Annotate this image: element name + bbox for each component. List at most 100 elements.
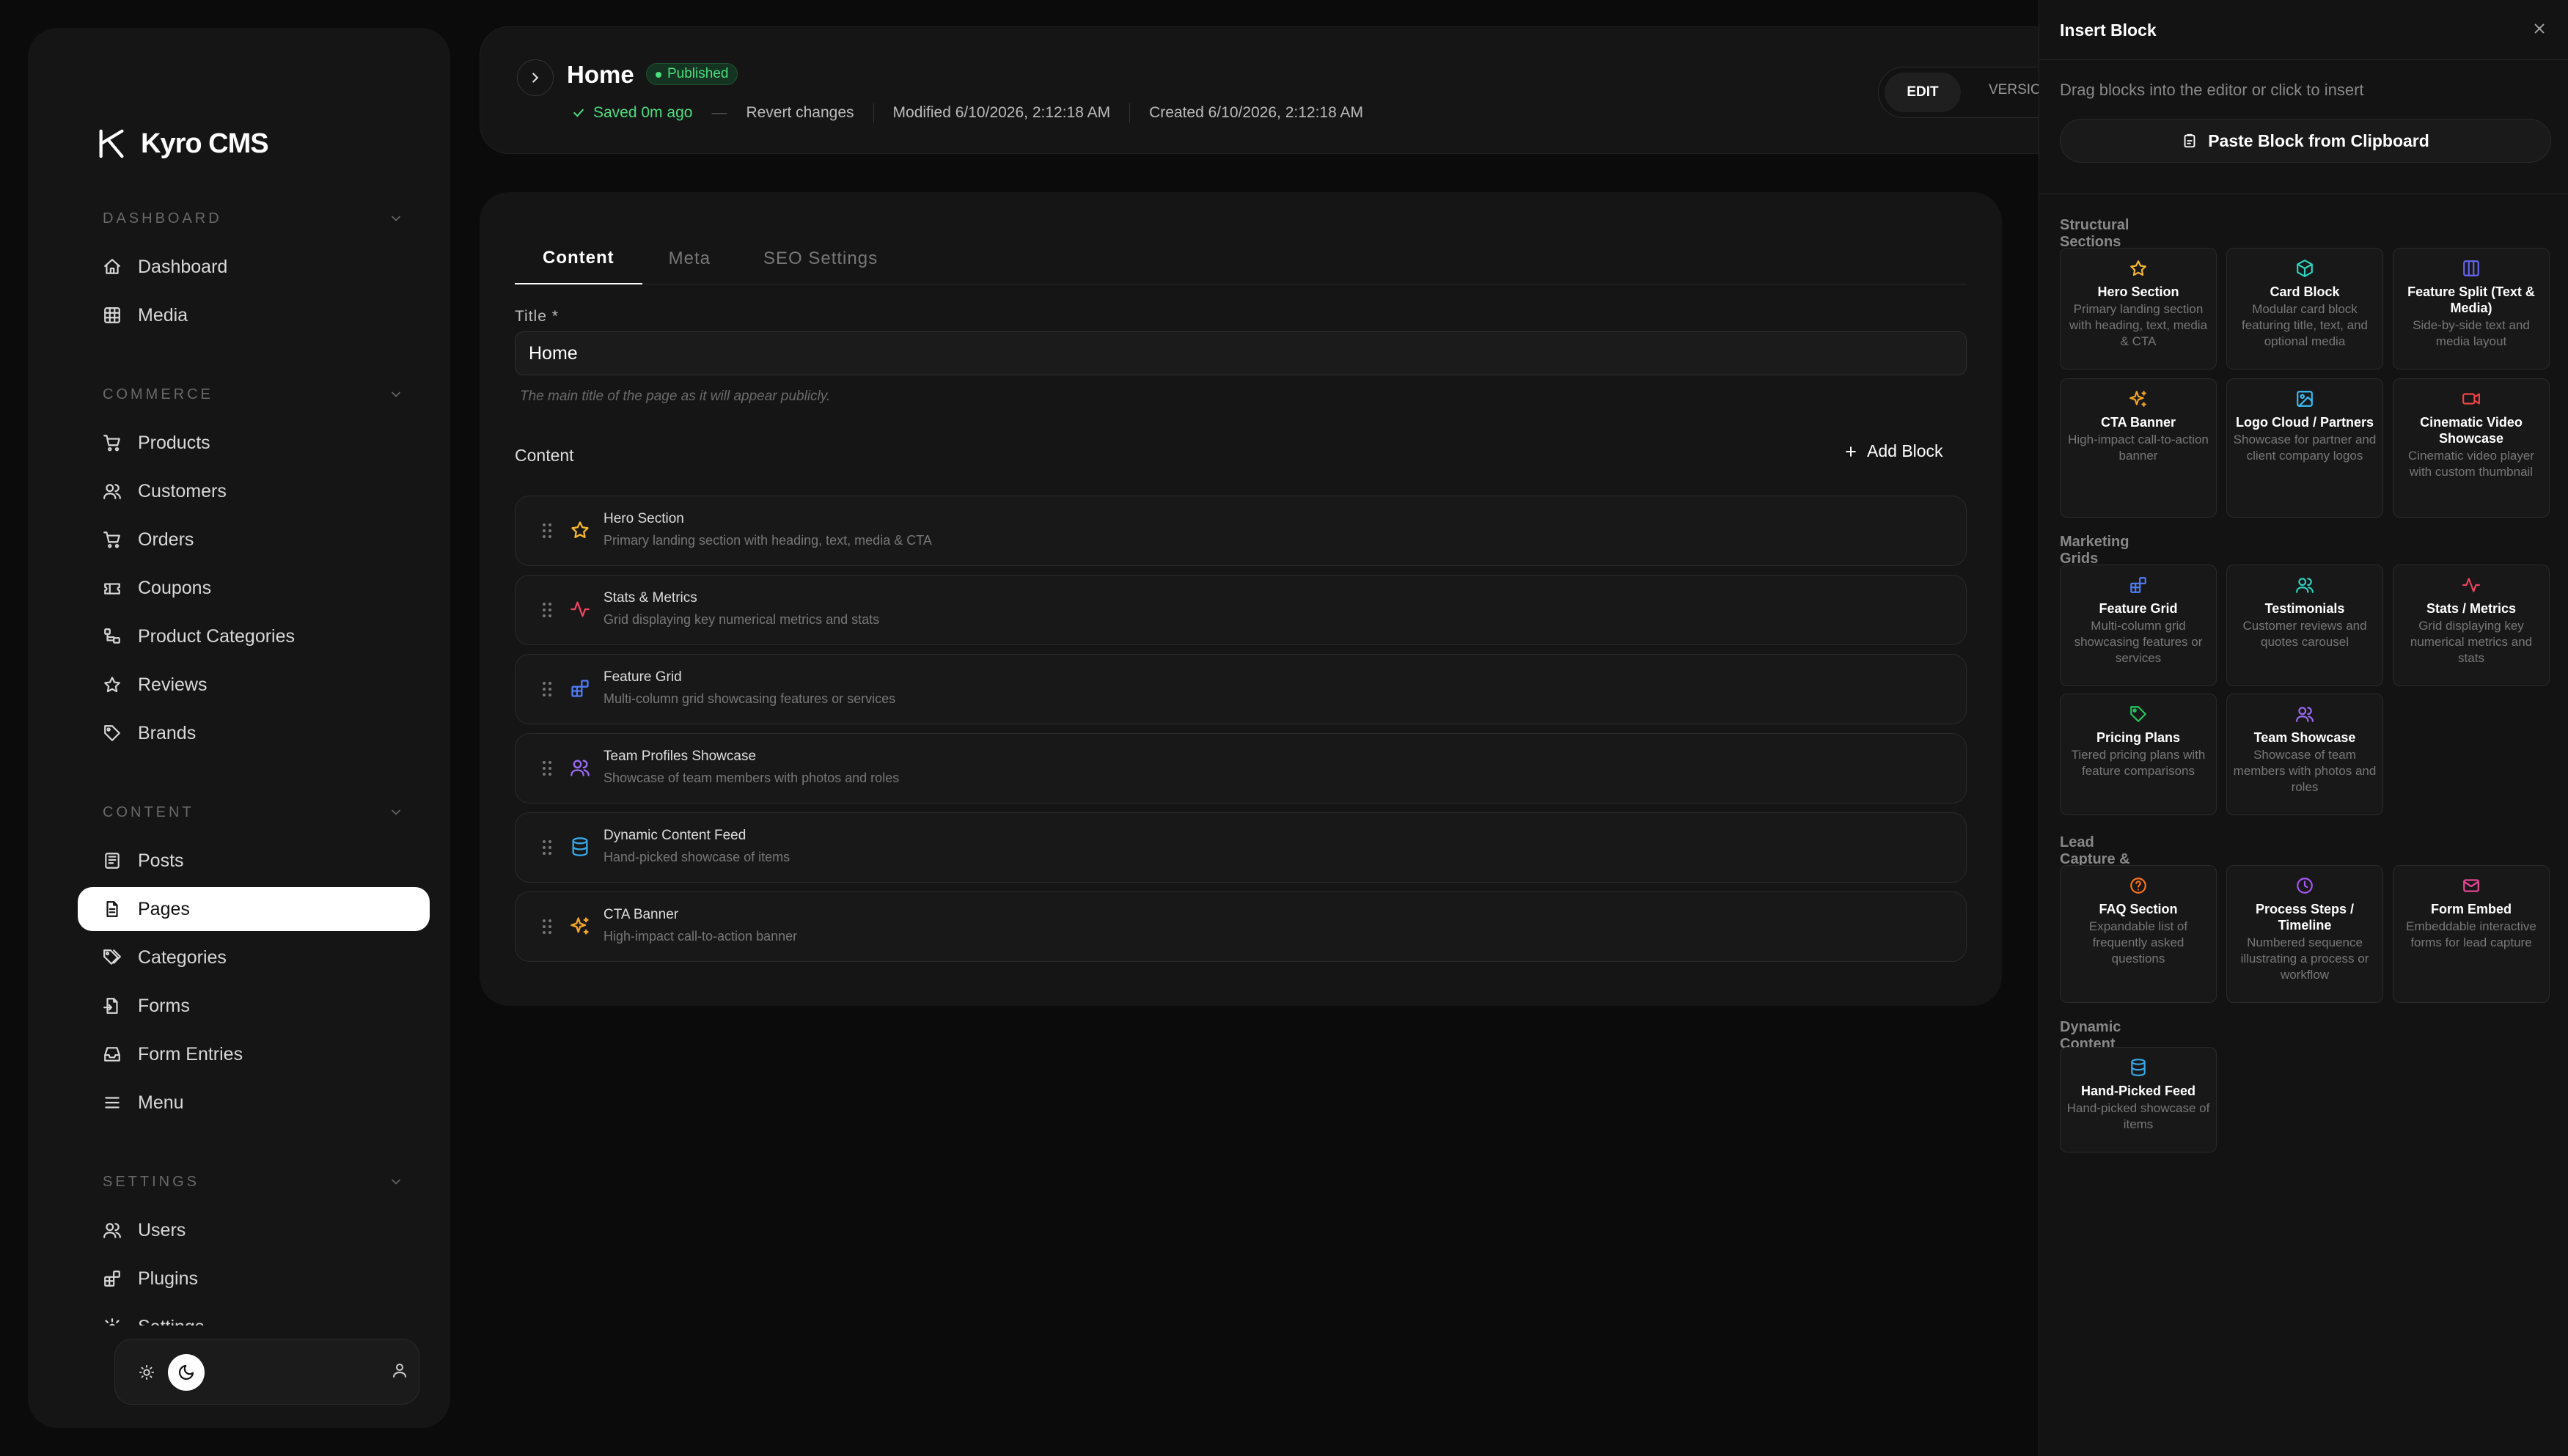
- sidebar-item-brands[interactable]: Brands: [78, 711, 430, 755]
- sidebar-item-orders[interactable]: Orders: [78, 518, 430, 562]
- tab-meta[interactable]: Meta: [642, 233, 737, 284]
- catalog-card-title: Hand-Picked Feed: [2080, 1084, 2196, 1098]
- app-root: Kyro CMS DASHBOARD Dashboard Media COMMERCE…: [0, 0, 2568, 1456]
- dark-mode-button[interactable]: [168, 1354, 205, 1391]
- star-icon: [571, 521, 589, 538]
- drag-handle-icon[interactable]: [539, 680, 555, 702]
- tab-seo-settings[interactable]: SEO Settings: [737, 233, 904, 284]
- catalog-card-title: FAQ Section: [2099, 902, 2178, 916]
- catalog-card-description: Multi-column grid showcasing features or…: [2074, 619, 2203, 665]
- sidebar-item-posts[interactable]: Posts: [78, 839, 430, 883]
- light-mode-button[interactable]: [131, 1357, 162, 1388]
- title-help-text: The main title of the page as it will ap…: [520, 389, 831, 404]
- user-menu-button[interactable]: [391, 1361, 408, 1383]
- sidebar-item-dashboard[interactable]: Dashboard: [78, 245, 430, 289]
- catalog-card-logo-cloud-partners[interactable]: Logo Cloud / Partners Showcase for partne…: [2226, 378, 2383, 518]
- catalog-card-stats-metrics[interactable]: Stats / Metrics Grid displaying key numer…: [2393, 565, 2550, 686]
- sidebar-item-users[interactable]: Users: [78, 1208, 430, 1252]
- sidebar-item-forms[interactable]: Forms: [78, 984, 430, 1028]
- catalog-card-hero-section[interactable]: Hero Section Primary landing section with…: [2060, 248, 2217, 369]
- catalog-card-team-showcase[interactable]: Team Showcase Showcase of team members wi…: [2226, 694, 2383, 815]
- tab-content[interactable]: Content: [515, 233, 642, 284]
- cart-icon: [103, 532, 120, 548]
- content-block-row[interactable]: Stats & Metrics Grid displaying key numer…: [515, 575, 1967, 645]
- close-panel-button[interactable]: [2531, 21, 2547, 40]
- catalog-card-cinematic-video-showcase[interactable]: Cinematic Video Showcase Cinematic video …: [2393, 378, 2550, 518]
- drag-handle-icon[interactable]: [539, 759, 555, 782]
- content-block-row[interactable]: Feature Grid Multi-column grid showcasing…: [515, 654, 1967, 724]
- sidebar-item-label: Plugins: [138, 1268, 198, 1289]
- sidebar-item-categories[interactable]: Categories: [78, 935, 430, 979]
- block-name: CTA Banner: [604, 907, 679, 922]
- catalog-card-title: Stats / Metrics: [2426, 601, 2517, 616]
- nav-section-header[interactable]: CONTENT: [78, 790, 430, 834]
- sun-icon: [139, 1364, 155, 1380]
- brand[interactable]: Kyro CMS: [95, 114, 269, 173]
- sidebar-item-settings[interactable]: Settings: [78, 1305, 430, 1326]
- status-badge: Published: [646, 63, 738, 85]
- catalog-card-title: Pricing Plans: [2096, 730, 2181, 745]
- drag-handle-icon[interactable]: [539, 838, 555, 861]
- users-icon: [103, 484, 121, 499]
- sidebar-item-menu[interactable]: Menu: [78, 1081, 430, 1125]
- nav-section-header[interactable]: COMMERCE: [78, 372, 430, 416]
- nav-section-header[interactable]: SETTINGS: [78, 1160, 430, 1204]
- content-block-row[interactable]: CTA Banner High-impact call-to-action ban…: [515, 891, 1967, 962]
- paste-block-button[interactable]: Paste Block from Clipboard: [2060, 119, 2551, 163]
- nav-section-label: COMMERCE: [103, 386, 213, 402]
- catalog-card-cta-banner[interactable]: CTA Banner High-impact call-to-action ban…: [2060, 378, 2217, 518]
- add-block-button[interactable]: Add Block: [1844, 441, 1943, 461]
- content-block-row[interactable]: Dynamic Content Feed Hand-picked showcase…: [515, 812, 1967, 883]
- drag-handle-icon[interactable]: [539, 521, 555, 544]
- content-block-row[interactable]: Team Profiles Showcase Showcase of team m…: [515, 733, 1967, 804]
- sidebar-item-reviews[interactable]: Reviews: [78, 663, 430, 707]
- moon-icon: [179, 1364, 194, 1380]
- page-title: Home: [567, 61, 634, 88]
- catalog-card-description: Expandable list of frequently asked ques…: [2088, 919, 2188, 966]
- app-name: Kyro CMS: [141, 128, 269, 159]
- gear-icon: [105, 1318, 120, 1326]
- edit-mode-button[interactable]: EDIT: [1885, 73, 1961, 112]
- user-icon: [393, 1364, 406, 1378]
- title-input[interactable]: [515, 331, 1967, 375]
- block-name: Hero Section: [604, 511, 684, 526]
- drag-handle-icon[interactable]: [539, 600, 555, 623]
- catalog-card-feature-split-text-media[interactable]: Feature Split (Text & Media) Side-by-side…: [2393, 248, 2550, 369]
- catalog-card-description: Customer reviews and quotes carousel: [2242, 619, 2367, 649]
- editor-tabs: Content Meta SEO Settings: [515, 233, 1967, 284]
- catalog-card-form-embed[interactable]: Form Embed Embeddable interactive forms f…: [2393, 865, 2550, 1003]
- nav-section-label: SETTINGS: [103, 1173, 200, 1190]
- catalog-card-card-block[interactable]: Card Block Modular card block featuring t…: [2226, 248, 2383, 369]
- catalog-card-hand-picked-feed[interactable]: Hand-Picked Feed Hand-picked showcase of …: [2060, 1047, 2217, 1152]
- catalog-card-title: Team Showcase: [2253, 730, 2356, 745]
- video-icon: [2462, 393, 2480, 405]
- block-type-icon: [570, 757, 592, 779]
- sidebar-item-customers[interactable]: Customers: [78, 469, 430, 513]
- kyro-logo-icon: [99, 129, 124, 158]
- blocks-icon: [571, 680, 589, 697]
- sidebar-item-media[interactable]: Media: [78, 293, 430, 337]
- catalog-card-testimonials[interactable]: Testimonials Customer reviews and quotes …: [2226, 565, 2383, 686]
- revert-changes-link[interactable]: Revert changes: [746, 104, 854, 122]
- catalog-card-faq-section[interactable]: FAQ Section Expandable list of frequently…: [2060, 865, 2217, 1003]
- catalog-card-process-steps-timeline[interactable]: Process Steps / Timeline Numbered sequenc…: [2226, 865, 2383, 1003]
- sidebar-nav: DASHBOARD Dashboard Media COMMERCE Products C…: [78, 196, 430, 1326]
- file-input-icon: [103, 998, 118, 1014]
- catalog-card-feature-grid[interactable]: Feature Grid Multi-column grid showcasing…: [2060, 565, 2217, 686]
- drag-handle-icon[interactable]: [539, 917, 555, 940]
- nav-section-header[interactable]: DASHBOARD: [78, 196, 430, 240]
- sidebar-item-label: Pages: [138, 898, 190, 919]
- blocks-icon: [2130, 577, 2146, 593]
- blocks-icon: [104, 1271, 120, 1287]
- sidebar-item-product-categories[interactable]: Product Categories: [78, 614, 430, 658]
- sidebar-item-form-entries[interactable]: Form Entries: [78, 1032, 430, 1076]
- sidebar-item-coupons[interactable]: Coupons: [78, 566, 430, 610]
- content-block-row[interactable]: Hero Section Primary landing section with…: [515, 496, 1967, 566]
- sidebar-item-pages[interactable]: Pages: [78, 887, 430, 931]
- expand-sidebar-button[interactable]: [517, 59, 554, 96]
- sidebar-item-plugins[interactable]: Plugins: [78, 1257, 430, 1301]
- catalog-card-pricing-plans[interactable]: Pricing Plans Tiered pricing plans with f…: [2060, 694, 2217, 815]
- separator: [873, 103, 874, 122]
- sidebar-item-products[interactable]: Products: [78, 421, 430, 465]
